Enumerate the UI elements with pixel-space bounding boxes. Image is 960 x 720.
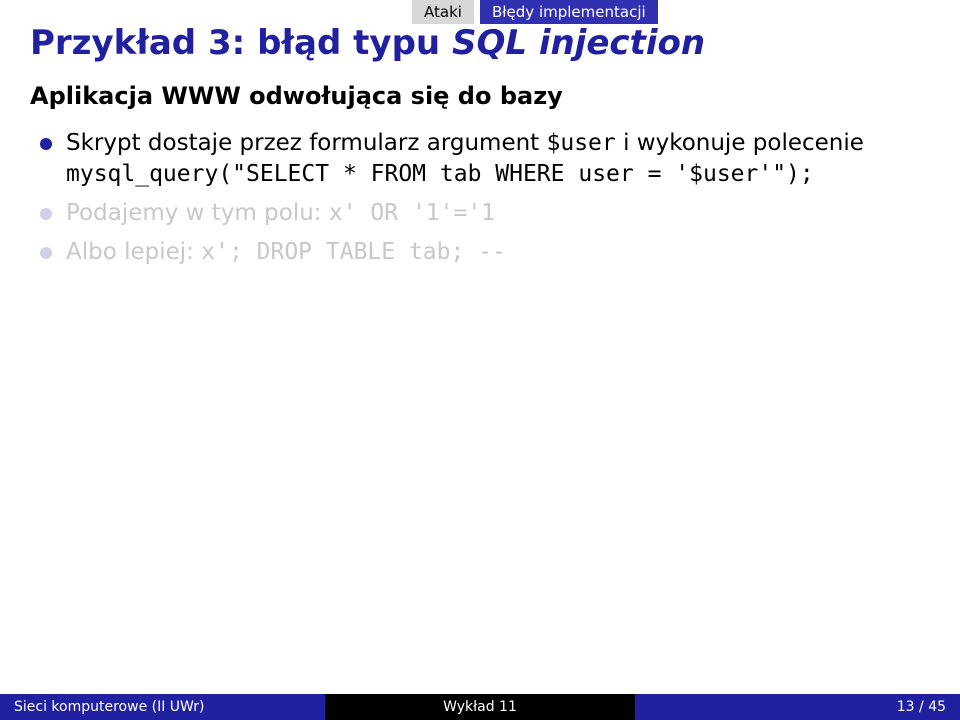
nav-tab-section[interactable]: Ataki	[412, 0, 474, 24]
list-item: Podajemy w tym polu: x' OR '1'='1	[40, 198, 930, 229]
bullet-icon	[40, 138, 52, 150]
bullet-icon	[40, 208, 52, 220]
nav-tab-subsection[interactable]: Błędy implementacji	[480, 0, 658, 24]
code-span: $user	[547, 130, 616, 156]
content-list: Skrypt dostaje przez formularz argument …	[40, 128, 930, 276]
list-item: Skrypt dostaje przez formularz argument …	[40, 128, 930, 190]
text-span: Podajemy w tym polu:	[66, 200, 329, 226]
code-span: x' OR '1'='1	[329, 200, 495, 226]
footer-right: 13 / 45	[635, 699, 960, 715]
text-span: i wykonuje polecenie	[616, 130, 864, 156]
list-item-body: Podajemy w tym polu: x' OR '1'='1	[66, 198, 930, 229]
title-italic: SQL injection	[452, 23, 705, 63]
footer-center: Wykład 11	[325, 694, 636, 720]
code-span: x'; DROP TABLE tab; --	[201, 239, 506, 265]
list-item-body: Albo lepiej: x'; DROP TABLE tab; --	[66, 237, 930, 268]
text-span: Albo lepiej:	[66, 239, 201, 265]
slide-subtitle: Aplikacja WWW odwołująca się do bazy	[30, 82, 563, 110]
footer-left: Sieci komputerowe (II UWr)	[0, 699, 325, 715]
slide-title: Przykład 3: błąd typu SQL injection	[30, 23, 705, 63]
list-item: Albo lepiej: x'; DROP TABLE tab; --	[40, 237, 930, 268]
title-prefix: Przykład 3: błąd typu	[30, 23, 452, 63]
bullet-icon	[40, 247, 52, 259]
text-span: Skrypt dostaje przez formularz argument	[66, 130, 547, 156]
footer: Sieci komputerowe (II UWr) Wykład 11 13 …	[0, 694, 960, 720]
code-span: mysql_query("SELECT * FROM tab WHERE use…	[66, 161, 814, 187]
list-item-body: Skrypt dostaje przez formularz argument …	[66, 128, 930, 190]
slide: Ataki Błędy implementacji Przykład 3: bł…	[0, 0, 960, 720]
